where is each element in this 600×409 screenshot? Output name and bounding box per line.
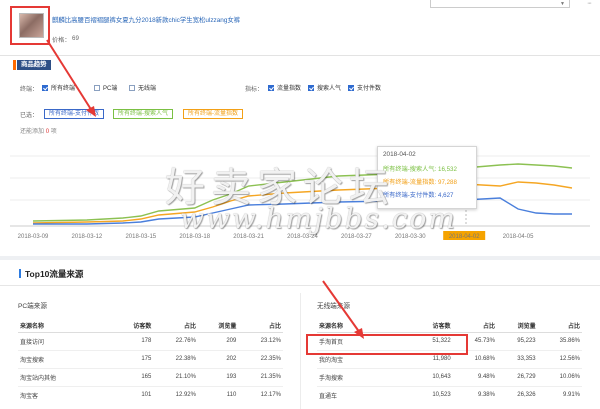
arrow-head <box>86 106 96 117</box>
arrow-head <box>354 328 364 339</box>
arrow-line <box>322 280 361 334</box>
arrow-line <box>46 39 93 112</box>
watermark-url: www.hmjbbs.com <box>180 202 457 235</box>
